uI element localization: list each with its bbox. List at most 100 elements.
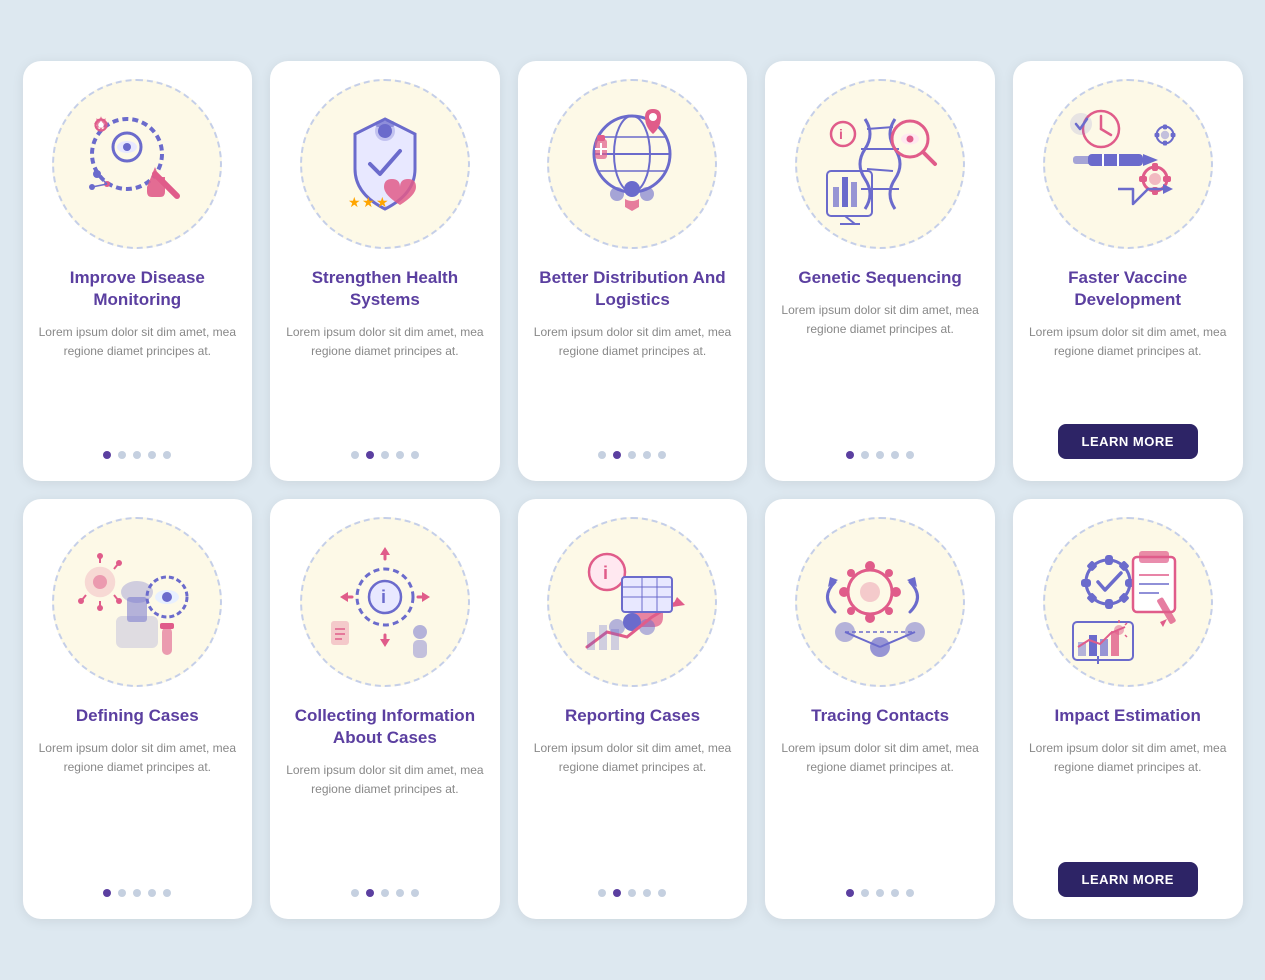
better-distribution-icon: [567, 99, 697, 229]
dots-improve-disease: [103, 451, 171, 459]
dots-collecting-info: [351, 889, 419, 897]
card-tracing-contacts: Tracing Contacts Lorem ipsum dolor sit d…: [765, 499, 995, 919]
card-impact-estimation: Impact Estimation Lorem ipsum dolor sit …: [1013, 499, 1243, 919]
icon-area-strengthen-health: ★ ★ ★: [300, 79, 470, 249]
dot-1[interactable]: [103, 451, 111, 459]
dot-2[interactable]: [613, 451, 621, 459]
card-body-impact-estimation: Lorem ipsum dolor sit dim amet, mea regi…: [1029, 739, 1227, 848]
dot-2[interactable]: [861, 451, 869, 459]
icon-area-collecting-info: i: [300, 517, 470, 687]
card-body-tracing-contacts: Lorem ipsum dolor sit dim amet, mea regi…: [781, 739, 979, 873]
card-body-reporting-cases: Lorem ipsum dolor sit dim amet, mea regi…: [534, 739, 732, 873]
dot-4[interactable]: [643, 889, 651, 897]
card-collecting-info: i Collecting Information About: [270, 499, 500, 919]
dot-4[interactable]: [396, 889, 404, 897]
icon-area-faster-vaccine: [1043, 79, 1213, 249]
dot-5[interactable]: [411, 451, 419, 459]
dot-4[interactable]: [148, 889, 156, 897]
dot-3[interactable]: [876, 889, 884, 897]
dot-3[interactable]: [628, 451, 636, 459]
icon-area-genetic-sequencing: i: [795, 79, 965, 249]
impact-estimation-icon: [1063, 537, 1193, 667]
dot-5[interactable]: [658, 889, 666, 897]
svg-text:★: ★: [362, 194, 375, 210]
dot-3[interactable]: [628, 889, 636, 897]
genetic-sequencing-icon: i: [815, 99, 945, 229]
card-title-faster-vaccine: Faster Vaccine Development: [1029, 267, 1227, 311]
dot-4[interactable]: [891, 451, 899, 459]
dot-4[interactable]: [396, 451, 404, 459]
dot-3[interactable]: [381, 451, 389, 459]
dots-defining-cases: [103, 889, 171, 897]
card-strengthen-health: ★ ★ ★ Strengthen Health Systems Lorem ip…: [270, 61, 500, 481]
svg-text:i: i: [603, 563, 608, 583]
reporting-cases-icon: i: [567, 537, 697, 667]
dot-4[interactable]: [643, 451, 651, 459]
defining-cases-icon: [72, 537, 202, 667]
dot-1[interactable]: [351, 889, 359, 897]
dot-2[interactable]: [366, 451, 374, 459]
dot-3[interactable]: [133, 889, 141, 897]
dot-1[interactable]: [846, 451, 854, 459]
dot-2[interactable]: [118, 451, 126, 459]
dot-5[interactable]: [163, 451, 171, 459]
card-body-strengthen-health: Lorem ipsum dolor sit dim amet, mea regi…: [286, 323, 484, 435]
dot-1[interactable]: [351, 451, 359, 459]
card-body-genetic-sequencing: Lorem ipsum dolor sit dim amet, mea regi…: [781, 301, 979, 435]
dot-4[interactable]: [891, 889, 899, 897]
dot-1[interactable]: [598, 451, 606, 459]
dot-2[interactable]: [861, 889, 869, 897]
card-title-defining-cases: Defining Cases: [76, 705, 199, 727]
icon-area-defining-cases: [52, 517, 222, 687]
learn-more-button-impact[interactable]: LEARN MORE: [1058, 862, 1198, 897]
dot-1[interactable]: [846, 889, 854, 897]
icon-area-impact-estimation: [1043, 517, 1213, 687]
dot-1[interactable]: [103, 889, 111, 897]
dot-5[interactable]: [906, 889, 914, 897]
dot-3[interactable]: [133, 451, 141, 459]
svg-text:★: ★: [376, 194, 389, 210]
card-title-reporting-cases: Reporting Cases: [565, 705, 700, 727]
faster-vaccine-icon: [1063, 99, 1193, 229]
card-improve-disease: Improve Disease Monitoring Lorem ipsum d…: [23, 61, 253, 481]
dot-2[interactable]: [118, 889, 126, 897]
dots-tracing-contacts: [846, 889, 914, 897]
card-reporting-cases: i Reporting C: [518, 499, 748, 919]
tracing-contacts-icon: [815, 537, 945, 667]
card-grid: Improve Disease Monitoring Lorem ipsum d…: [23, 61, 1243, 919]
dot-1[interactable]: [598, 889, 606, 897]
card-body-defining-cases: Lorem ipsum dolor sit dim amet, mea regi…: [39, 739, 237, 873]
card-title-tracing-contacts: Tracing Contacts: [811, 705, 949, 727]
card-title-better-distribution: Better Distribution And Logistics: [534, 267, 732, 311]
strengthen-health-icon: ★ ★ ★: [320, 99, 450, 229]
card-title-impact-estimation: Impact Estimation: [1054, 705, 1200, 727]
dots-genetic-sequencing: [846, 451, 914, 459]
dot-5[interactable]: [658, 451, 666, 459]
card-title-genetic-sequencing: Genetic Sequencing: [798, 267, 961, 289]
icon-area-reporting-cases: i: [547, 517, 717, 687]
collecting-info-icon: i: [320, 537, 450, 667]
svg-text:i: i: [381, 587, 386, 607]
dot-5[interactable]: [906, 451, 914, 459]
dots-better-distribution: [598, 451, 666, 459]
card-body-collecting-info: Lorem ipsum dolor sit dim amet, mea regi…: [286, 761, 484, 873]
card-better-distribution: Better Distribution And Logistics Lorem …: [518, 61, 748, 481]
dot-2[interactable]: [613, 889, 621, 897]
card-title-strengthen-health: Strengthen Health Systems: [286, 267, 484, 311]
card-body-faster-vaccine: Lorem ipsum dolor sit dim amet, mea regi…: [1029, 323, 1227, 410]
svg-text:★: ★: [348, 194, 361, 210]
svg-text:i: i: [839, 126, 843, 142]
icon-area-tracing-contacts: [795, 517, 965, 687]
dot-5[interactable]: [163, 889, 171, 897]
dot-5[interactable]: [411, 889, 419, 897]
card-body-better-distribution: Lorem ipsum dolor sit dim amet, mea regi…: [534, 323, 732, 435]
dot-3[interactable]: [876, 451, 884, 459]
dot-4[interactable]: [148, 451, 156, 459]
dot-3[interactable]: [381, 889, 389, 897]
icon-area-better-distribution: [547, 79, 717, 249]
dots-strengthen-health: [351, 451, 419, 459]
dot-2[interactable]: [366, 889, 374, 897]
card-title-improve-disease: Improve Disease Monitoring: [39, 267, 237, 311]
card-title-collecting-info: Collecting Information About Cases: [286, 705, 484, 749]
learn-more-button-vaccine[interactable]: LEARN MORE: [1058, 424, 1198, 459]
